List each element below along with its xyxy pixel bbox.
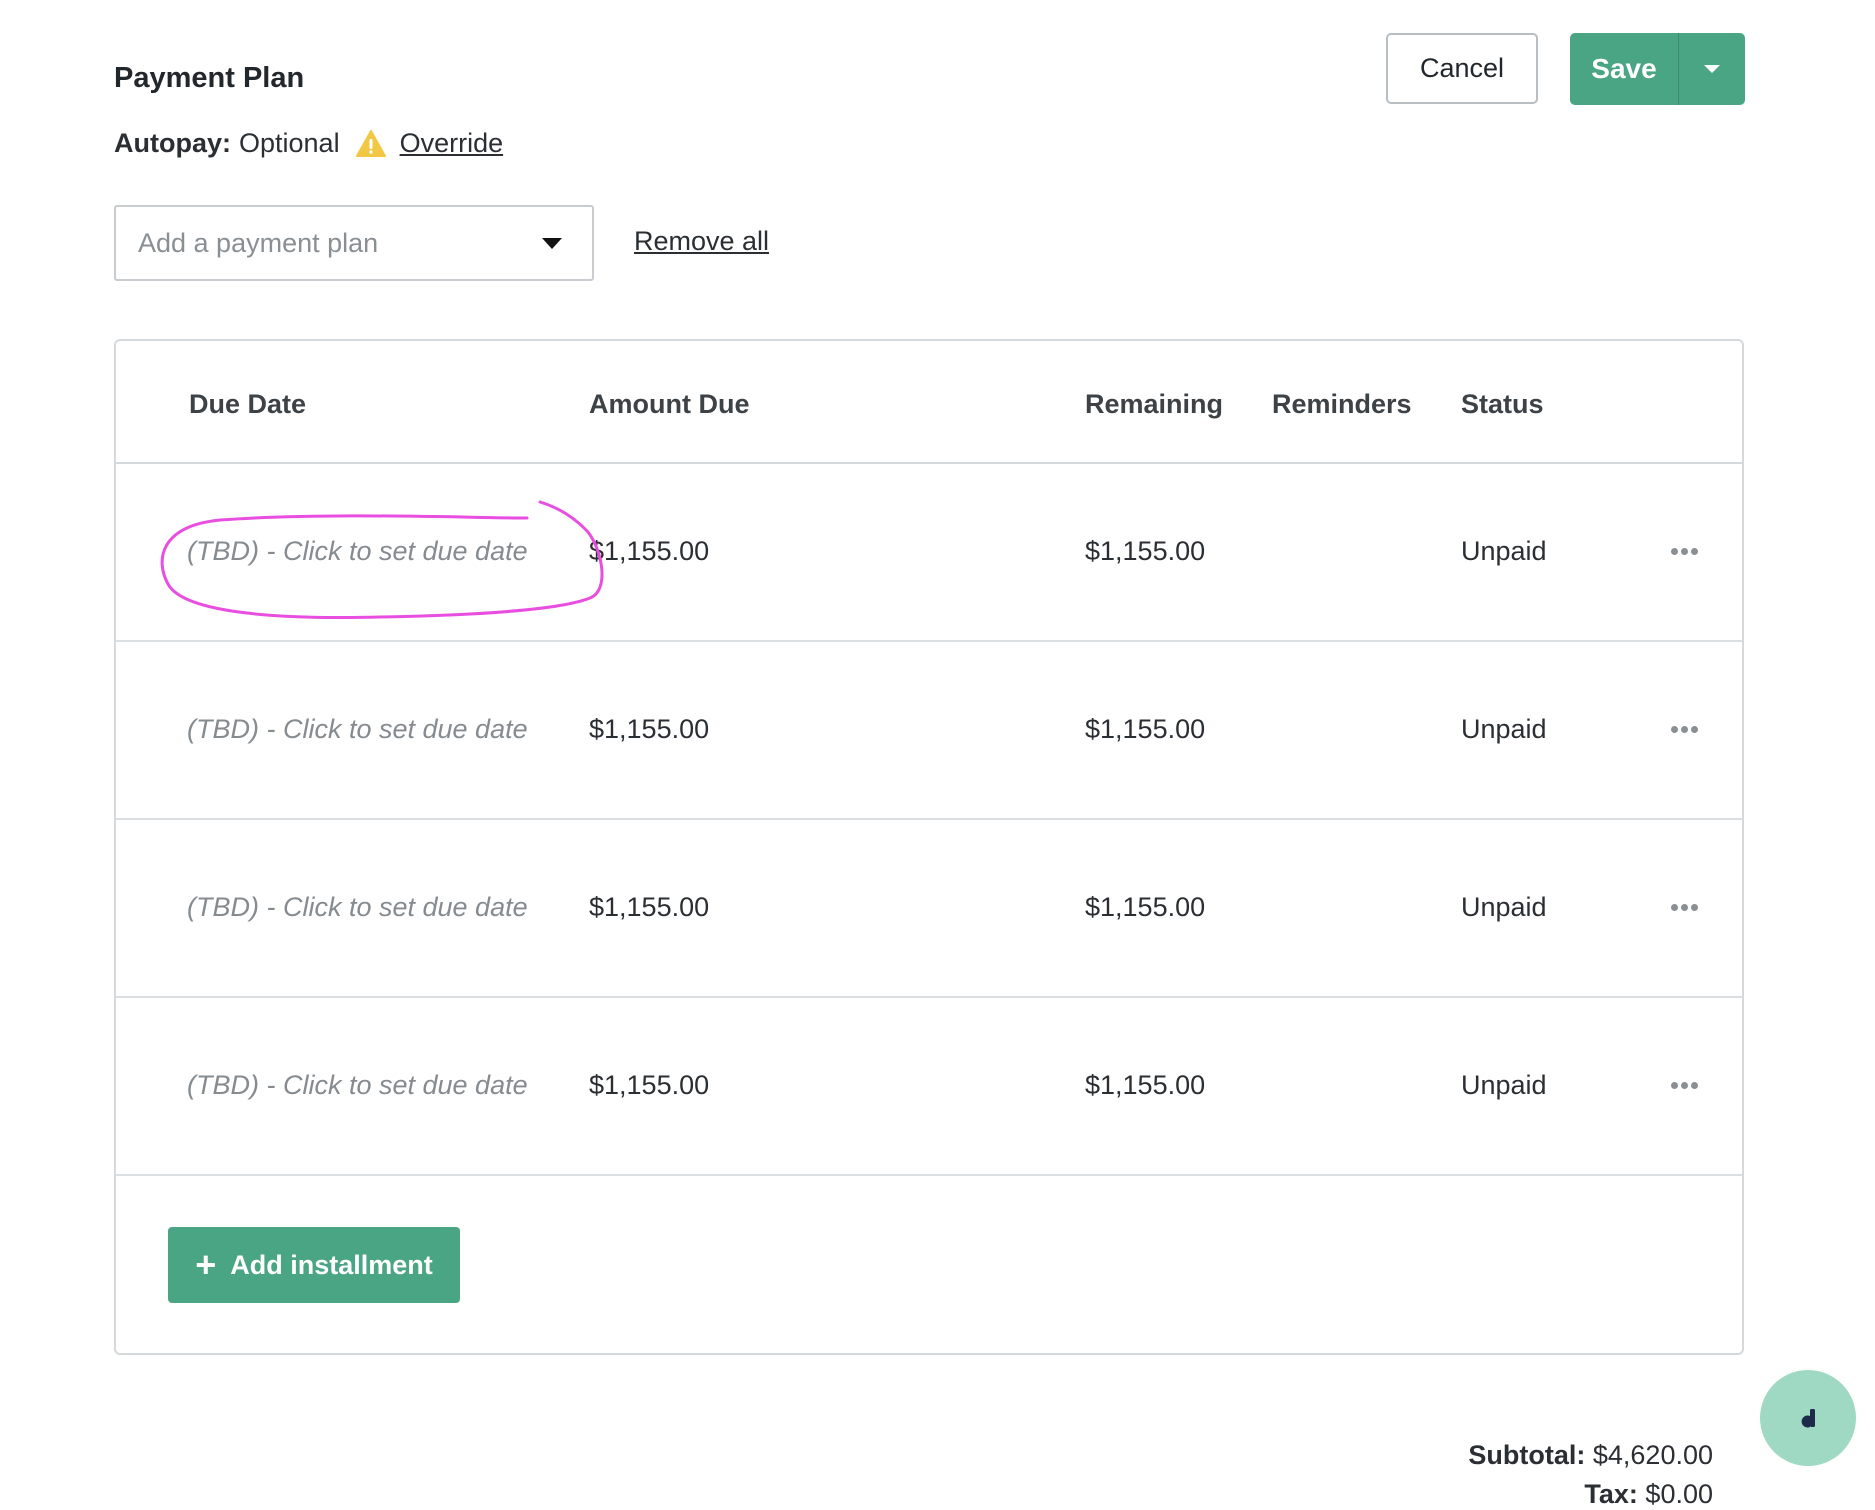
status-cell: Unpaid — [1461, 714, 1547, 744]
remaining-cell: $1,155.00 — [1085, 892, 1206, 922]
caret-down-icon — [542, 238, 562, 249]
amount-due-cell: $1,155.00 — [589, 536, 710, 566]
header-divider — [116, 462, 1742, 464]
amount-due-cell: $1,155.00 — [589, 714, 710, 744]
more-icon[interactable] — [1671, 902, 1701, 914]
payment-plan-placeholder: Add a payment plan — [138, 227, 379, 258]
amount-due-cell: $1,155.00 — [589, 892, 710, 922]
more-icon[interactable] — [1671, 546, 1701, 558]
installments-table: Due Date Amount Due Remaining Reminders … — [114, 339, 1744, 1355]
status-cell: Unpaid — [1461, 892, 1547, 922]
page-title: Payment Plan — [114, 62, 305, 94]
column-header-remaining: Remaining — [1085, 389, 1224, 419]
help-chat-button[interactable] — [1760, 1370, 1856, 1466]
help-chat-icon — [1801, 1409, 1815, 1428]
warning-icon — [355, 129, 386, 157]
due-date-cell[interactable]: (TBD) - Click to set due date — [187, 1070, 528, 1101]
subtotal-line: Subtotal: $4,620.00 — [1468, 1440, 1713, 1471]
remaining-cell: $1,155.00 — [1085, 714, 1206, 744]
status-cell: Unpaid — [1461, 1070, 1547, 1100]
column-header-reminders: Reminders — [1272, 389, 1412, 419]
remaining-cell: $1,155.00 — [1085, 536, 1206, 566]
add-installment-button[interactable]: + Add installment — [168, 1227, 460, 1303]
autopay-value: Optional — [239, 128, 340, 158]
remove-all-link[interactable]: Remove all — [634, 226, 769, 257]
status-cell: Unpaid — [1461, 536, 1547, 566]
tax-line: Tax: $0.00 — [1584, 1479, 1713, 1510]
row-divider — [116, 1174, 1742, 1176]
remaining-cell: $1,155.00 — [1085, 1070, 1206, 1100]
column-header-due-date: Due Date — [189, 389, 307, 419]
caret-down-icon — [1704, 65, 1720, 73]
autopay-label: Autopay: — [114, 128, 231, 158]
payment-plan-select[interactable]: Add a payment plan — [114, 205, 594, 281]
more-icon[interactable] — [1671, 1080, 1701, 1092]
plus-icon: + — [195, 1244, 217, 1285]
due-date-cell[interactable]: (TBD) - Click to set due date — [187, 714, 528, 745]
add-installment-label: Add installment — [230, 1249, 433, 1280]
subtotal-label: Subtotal: — [1468, 1440, 1586, 1470]
autopay-row: Autopay: Optional Override — [114, 128, 503, 159]
column-header-amount-due: Amount Due — [589, 389, 750, 419]
save-button-group: Save — [1570, 33, 1745, 105]
subtotal-value: $4,620.00 — [1592, 1440, 1713, 1470]
save-button[interactable]: Save — [1570, 33, 1678, 105]
more-icon[interactable] — [1671, 724, 1701, 736]
amount-due-cell: $1,155.00 — [589, 1070, 710, 1100]
due-date-cell[interactable]: (TBD) - Click to set due date — [187, 892, 528, 923]
row-divider — [116, 640, 1742, 642]
column-header-status: Status — [1461, 389, 1544, 419]
row-divider — [116, 818, 1742, 820]
due-date-cell[interactable]: (TBD) - Click to set due date — [187, 536, 528, 567]
override-link[interactable]: Override — [400, 128, 504, 159]
save-options-button[interactable] — [1678, 33, 1745, 105]
row-divider — [116, 996, 1742, 998]
cancel-button[interactable]: Cancel — [1386, 33, 1538, 104]
